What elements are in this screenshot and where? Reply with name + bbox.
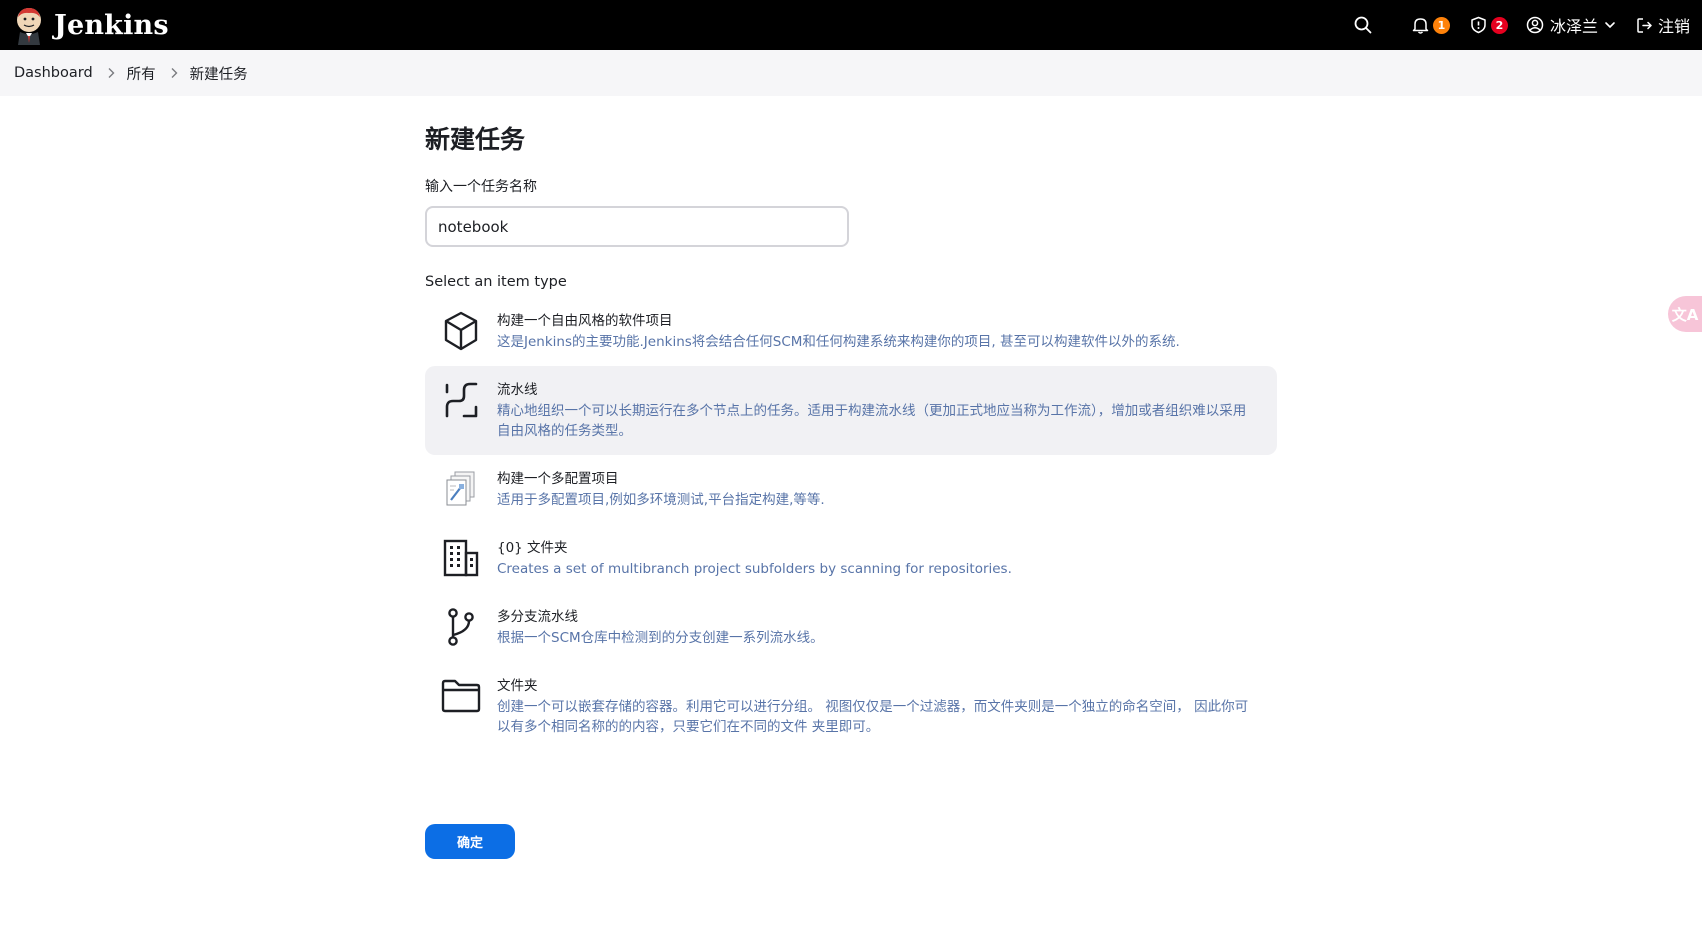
item-title: 多分支流水线 [497,609,578,625]
security-button[interactable]: 2 [1470,0,1508,50]
item-description: 这是Jenkins的主要功能.Jenkins将会结合任何SCM和任何构建系统来构… [497,334,1180,350]
item-name-label: 输入一个任务名称 [425,179,537,195]
folder-icon [441,676,481,716]
item-title: 流水线 [497,382,538,398]
search-icon [1354,16,1372,34]
user-name: 冰泽兰 [1549,17,1598,36]
item-type-freestyle[interactable]: 构建一个自由风格的软件项目 这是Jenkins的主要功能.Jenkins将会结合… [425,297,1277,366]
item-type-label: Select an item type [425,274,567,290]
item-description: Creates a set of multibranch project sub… [497,561,1012,577]
notifications-button[interactable]: 1 [1412,0,1450,50]
item-type-multibranch-pipeline[interactable]: 多分支流水线 根据一个SCM仓库中检测到的分支创建一系列流水线。 [425,593,1277,662]
logout-icon [1637,17,1652,33]
user-menu[interactable]: 冰泽兰 [1526,0,1616,50]
ok-button[interactable]: 确定 [425,824,515,859]
item-type-folder[interactable]: 文件夹 创建一个可以嵌套存储的容器。利用它可以进行分组。 视图仅仅是一个过滤器，… [425,662,1277,751]
logout-button[interactable]: 注销 [1636,0,1690,50]
pipeline-icon [441,380,481,420]
chevron-right-icon [107,67,115,79]
jenkins-logo-icon [17,8,41,45]
breadcrumb-all[interactable]: 所有 [127,63,156,84]
item-title: 构建一个多配置项目 [497,471,619,487]
bell-icon [1412,18,1429,34]
jenkins-home-link[interactable]: Jenkins [12,0,169,50]
chevron-right-icon [170,67,178,79]
item-name-input[interactable] [425,206,849,247]
header-actions: 1 2 冰泽兰 注销 [1354,0,1690,50]
notifications-badge: 1 [1432,16,1450,34]
building-icon [441,538,481,578]
item-title: 文件夹 [497,678,538,694]
item-description: 根据一个SCM仓库中检测到的分支创建一系列流水线。 [497,630,824,646]
page-title: 新建任务 [425,125,526,154]
breadcrumb-new-item[interactable]: 新建任务 [190,63,248,84]
item-type-list: 构建一个自由风格的软件项目 这是Jenkins的主要功能.Jenkins将会结合… [425,297,1277,751]
item-title: {0} 文件夹 [497,540,568,556]
multi-config-icon [441,469,481,509]
item-type-pipeline[interactable]: 流水线 精心地组织一个可以长期运行在多个节点上的任务。适用于构建流水线（更加正式… [425,366,1277,455]
item-title: 构建一个自由风格的软件项目 [497,313,673,329]
shield-icon [1471,16,1486,34]
search-button[interactable] [1354,0,1372,50]
logout-label: 注销 [1657,17,1690,36]
translate-icon: 文A [1671,305,1699,324]
item-description: 适用于多配置项目,例如多环境测试,平台指定构建,等等. [497,492,825,508]
brand-name: Jenkins [54,9,169,41]
branch-icon [441,607,481,647]
breadcrumb-dashboard[interactable]: Dashboard [14,65,93,81]
item-description: 创建一个可以嵌套存储的容器。利用它可以进行分组。 视图仅仅是一个过滤器，而文件夹… [497,699,1249,735]
top-header: Jenkins 1 2 冰泽兰 注销 [0,0,1702,50]
cube-icon [441,311,481,351]
translate-widget[interactable]: 文A [1668,296,1702,332]
item-description: 精心地组织一个可以长期运行在多个节点上的任务。适用于构建流水线（更加正式地应当称… [497,403,1247,439]
item-type-multi-config[interactable]: 构建一个多配置项目 适用于多配置项目,例如多环境测试,平台指定构建,等等. [425,455,1277,524]
security-badge: 2 [1490,16,1508,34]
chevron-down-icon [1605,22,1615,29]
item-type-organization-folder[interactable]: {0} 文件夹 Creates a set of multibranch pro… [425,524,1277,593]
breadcrumb: Dashboard 所有 新建任务 [0,50,1702,96]
user-icon [1526,16,1544,34]
